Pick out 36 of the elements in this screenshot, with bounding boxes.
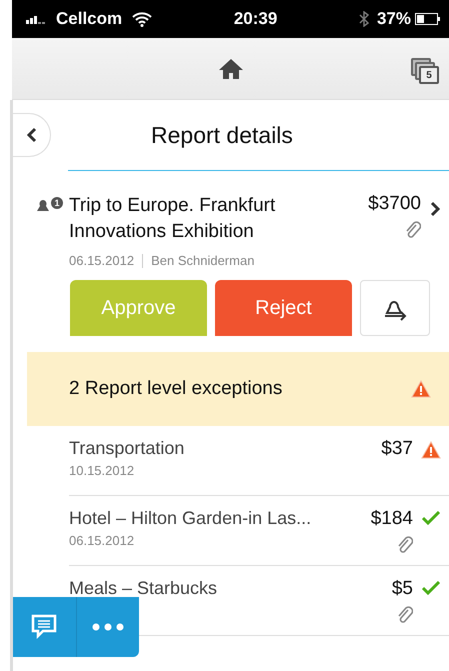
- bluetooth-icon: [358, 11, 369, 27]
- more-dots-icon: [92, 623, 124, 631]
- exceptions-banner[interactable]: 2 Report level exceptions: [27, 352, 449, 426]
- report-owner: Ben Schniderman: [151, 253, 254, 268]
- expense-amount: $37: [381, 438, 413, 460]
- chevron-left-icon: [26, 127, 36, 143]
- expense-amount: $5: [392, 578, 413, 600]
- report-amount: $3700: [368, 193, 421, 215]
- paperclip-icon: [397, 536, 413, 554]
- expense-title: Hotel – Hilton Garden-in Las...: [69, 508, 312, 529]
- clock-time: 20:39: [234, 9, 278, 29]
- back-button[interactable]: [13, 113, 51, 157]
- paperclip-icon: [405, 221, 421, 239]
- exceptions-label: 2 Report level exceptions: [69, 378, 284, 400]
- expense-title: Meals – Starbucks: [69, 578, 218, 599]
- warning-icon: [421, 441, 441, 459]
- check-icon: [422, 581, 440, 595]
- wifi-icon: [132, 12, 152, 26]
- report-date: 06.15.2012: [69, 253, 134, 268]
- expense-title: Transportation: [69, 438, 186, 459]
- comment-icon: [30, 613, 58, 641]
- paperclip-icon: [397, 606, 413, 624]
- carrier-name: Cellcom: [56, 9, 122, 29]
- page-title: Report details: [151, 122, 293, 148]
- warning-icon: [411, 380, 431, 398]
- reject-button[interactable]: Reject: [215, 280, 352, 336]
- expense-date: 06.15.2012: [69, 533, 136, 548]
- home-icon[interactable]: [218, 58, 244, 80]
- check-icon: [422, 511, 440, 525]
- battery-percent: 37%: [376, 9, 411, 29]
- battery-icon: [415, 13, 441, 25]
- expense-date: 10.15.2012: [69, 463, 136, 478]
- report-title: Trip to Europe. Frankfurt Innovations Exhibition: [69, 194, 276, 244]
- chevron-right-icon[interactable]: [430, 201, 440, 217]
- delegate-button[interactable]: [360, 280, 430, 336]
- expense-amount: $184: [370, 508, 413, 530]
